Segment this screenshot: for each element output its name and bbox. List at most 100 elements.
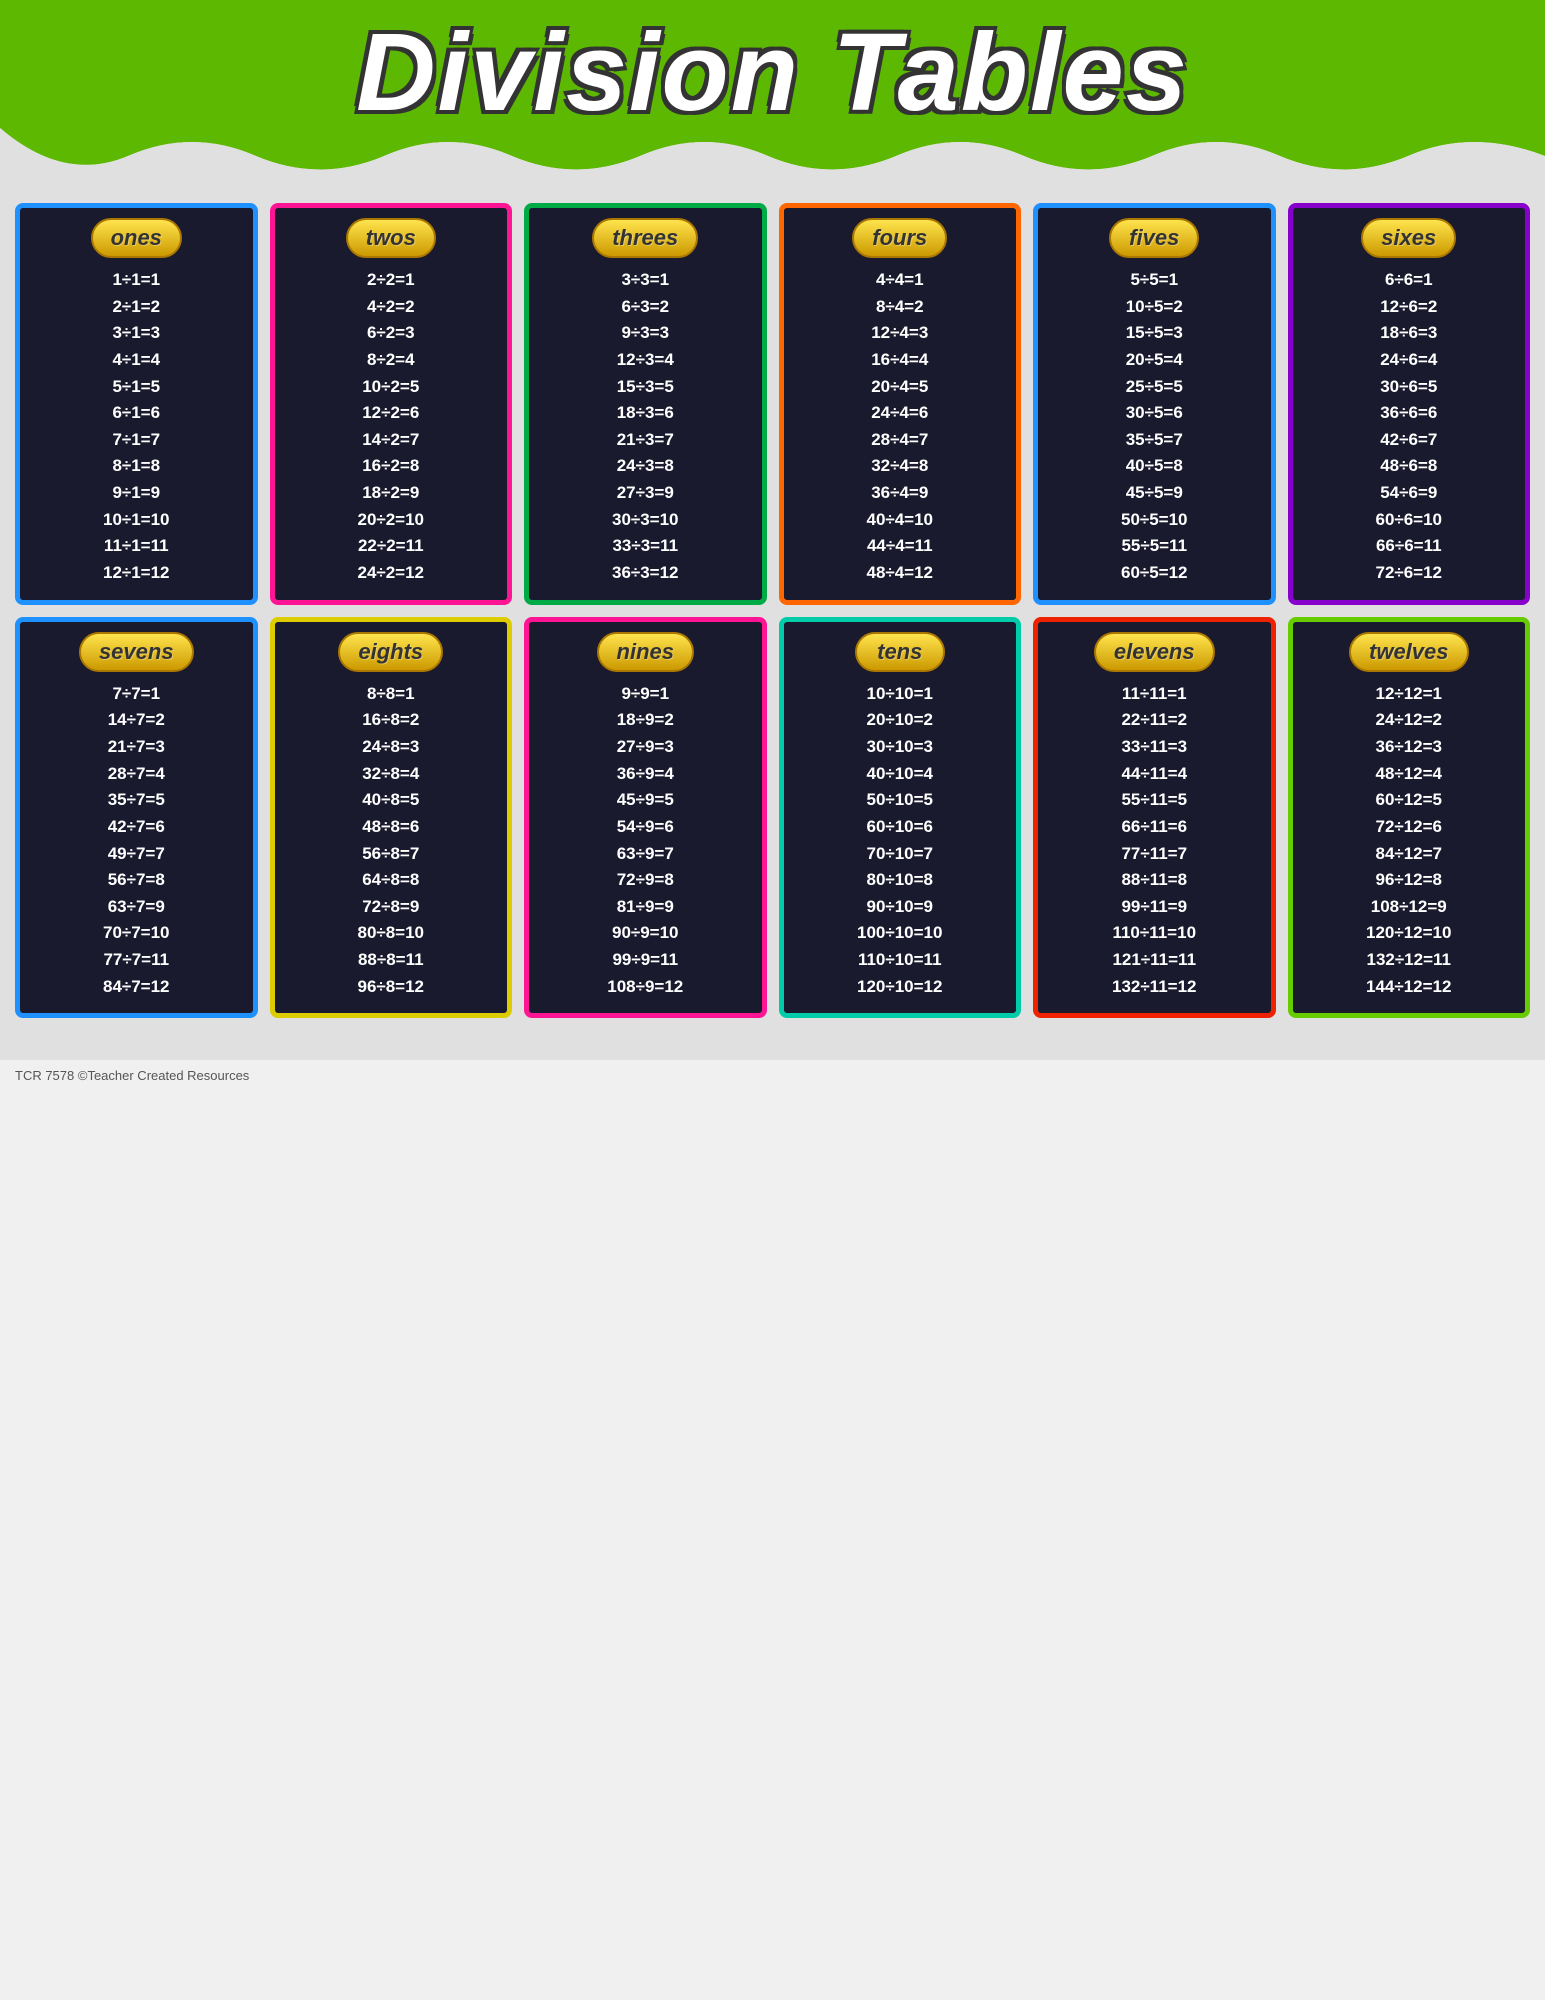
equation-item: 72÷6=12 <box>1375 561 1442 586</box>
equation-item: 84÷12=7 <box>1375 842 1442 867</box>
table-card-nines: nines 9÷9=118÷9=227÷9=336÷9=445÷9=554÷9=6… <box>524 617 767 1019</box>
equation-item: 7÷7=1 <box>112 682 160 707</box>
equation-item: 132÷12=11 <box>1366 948 1451 973</box>
equation-item: 42÷6=7 <box>1380 428 1437 453</box>
equation-item: 16÷4=4 <box>871 348 928 373</box>
equation-item: 4÷1=4 <box>112 348 160 373</box>
table-card-twos: twos 2÷2=14÷2=26÷2=38÷2=410÷2=512÷2=614÷2… <box>270 203 513 605</box>
table-label-twelves: twelves <box>1349 632 1469 672</box>
table-card-elevens: elevens11÷11=122÷11=233÷11=344÷11=455÷11… <box>1033 617 1276 1019</box>
equation-item: 45÷5=9 <box>1126 481 1183 506</box>
equation-item: 12÷4=3 <box>871 321 928 346</box>
equation-item: 60÷5=12 <box>1121 561 1188 586</box>
equation-item: 6÷3=2 <box>621 295 669 320</box>
equation-item: 25÷5=5 <box>1126 375 1183 400</box>
table-card-fours: fours4÷4=18÷4=212÷4=316÷4=420÷4=524÷4=62… <box>779 203 1022 605</box>
table-label-twos: twos <box>346 218 436 258</box>
table-equations-elevens: 11÷11=122÷11=233÷11=344÷11=455÷11=566÷11… <box>1044 682 1265 1000</box>
equation-item: 28÷4=7 <box>871 428 928 453</box>
equation-item: 12÷1=12 <box>103 561 170 586</box>
equation-item: 90÷9=10 <box>612 921 679 946</box>
equation-item: 20÷4=5 <box>871 375 928 400</box>
equation-item: 11÷1=11 <box>104 534 169 559</box>
equation-item: 88÷8=11 <box>358 948 424 973</box>
equation-item: 8÷2=4 <box>367 348 415 373</box>
equation-item: 72÷9=8 <box>617 868 674 893</box>
equation-item: 60÷12=5 <box>1375 788 1442 813</box>
equation-item: 99÷11=9 <box>1121 895 1187 920</box>
table-label-fives: fives <box>1109 218 1199 258</box>
equation-item: 40÷8=5 <box>362 788 419 813</box>
equation-item: 2÷2=1 <box>367 268 415 293</box>
table-equations-sevens: 7÷7=114÷7=221÷7=328÷7=435÷7=542÷7=649÷7=… <box>26 682 247 1000</box>
equation-item: 108÷9=12 <box>607 975 683 1000</box>
equation-item: 30÷10=3 <box>866 735 933 760</box>
content-area: ones1÷1=12÷1=23÷1=34÷1=45÷1=56÷1=67÷1=78… <box>0 183 1545 1060</box>
equation-item: 54÷6=9 <box>1380 481 1437 506</box>
table-card-sixes: sixes6÷6=112÷6=218÷6=324÷6=430÷6=536÷6=6… <box>1288 203 1531 605</box>
table-card-eights: eights8÷8=116÷8=224÷8=332÷8=440÷8=548÷8=… <box>270 617 513 1019</box>
table-equations-twelves: 12÷12=124÷12=236÷12=348÷12=460÷12=572÷12… <box>1299 682 1520 1000</box>
table-label-eights: eights <box>338 632 443 672</box>
equation-item: 144÷12=12 <box>1366 975 1451 1000</box>
equation-item: 33÷3=11 <box>612 534 678 559</box>
table-card-tens: tens10÷10=120÷10=230÷10=340÷10=450÷10=56… <box>779 617 1022 1019</box>
equation-item: 50÷10=5 <box>866 788 933 813</box>
equation-item: 15÷3=5 <box>617 375 674 400</box>
wave-divider <box>0 128 1545 183</box>
table-card-threes: threes3÷3=16÷3=29÷3=312÷3=415÷3=518÷3=62… <box>524 203 767 605</box>
table-label-fours: fours <box>852 218 947 258</box>
equation-item: 36÷3=12 <box>612 561 679 586</box>
equation-item: 4÷4=1 <box>876 268 924 293</box>
equation-item: 88÷11=8 <box>1121 868 1187 893</box>
equation-item: 14÷7=2 <box>108 708 165 733</box>
equation-item: 12÷6=2 <box>1380 295 1437 320</box>
equation-item: 3÷1=3 <box>112 321 160 346</box>
equation-item: 36÷4=9 <box>871 481 928 506</box>
table-equations-sixes: 6÷6=112÷6=218÷6=324÷6=430÷6=536÷6=642÷6=… <box>1299 268 1520 586</box>
equation-item: 42÷7=6 <box>108 815 165 840</box>
equation-item: 35÷7=5 <box>108 788 165 813</box>
table-equations-nines: 9÷9=118÷9=227÷9=336÷9=445÷9=554÷9=663÷9=… <box>535 682 756 1000</box>
footer-text: TCR 7578 ©Teacher Created Resources <box>15 1068 249 1083</box>
table-label-ones: ones <box>91 218 182 258</box>
equation-item: 18÷6=3 <box>1380 321 1437 346</box>
equation-item: 24÷2=12 <box>357 561 424 586</box>
equation-item: 21÷3=7 <box>617 428 674 453</box>
equation-item: 27÷9=3 <box>617 735 674 760</box>
equation-item: 45÷9=5 <box>617 788 674 813</box>
equation-item: 80÷10=8 <box>866 868 933 893</box>
equation-item: 48÷8=6 <box>362 815 419 840</box>
equation-item: 11÷11=1 <box>1122 682 1187 707</box>
header-title: Division Tables <box>20 18 1525 128</box>
equation-item: 99÷9=11 <box>612 948 678 973</box>
tables-grid-top: ones1÷1=12÷1=23÷1=34÷1=45÷1=56÷1=67÷1=78… <box>15 203 1530 605</box>
equation-item: 15÷5=3 <box>1126 321 1183 346</box>
equation-item: 10÷10=1 <box>866 682 933 707</box>
equation-item: 5÷5=1 <box>1130 268 1178 293</box>
equation-item: 55÷11=5 <box>1121 788 1187 813</box>
equation-item: 36÷9=4 <box>617 762 674 787</box>
equation-item: 10÷5=2 <box>1126 295 1183 320</box>
equation-item: 70÷7=10 <box>103 921 170 946</box>
table-equations-twos: 2÷2=14÷2=26÷2=38÷2=410÷2=512÷2=614÷2=716… <box>281 268 502 586</box>
equation-item: 120÷10=12 <box>857 975 942 1000</box>
equation-item: 35÷5=7 <box>1126 428 1183 453</box>
table-label-threes: threes <box>592 218 698 258</box>
equation-item: 7÷1=7 <box>112 428 160 453</box>
equation-item: 18÷9=2 <box>617 708 674 733</box>
equation-item: 22÷2=11 <box>358 534 424 559</box>
table-label-nines: nines <box>597 632 694 672</box>
equation-item: 24÷4=6 <box>871 401 928 426</box>
equation-item: 20÷5=4 <box>1126 348 1183 373</box>
equation-item: 60÷10=6 <box>866 815 933 840</box>
table-card-ones: ones1÷1=12÷1=23÷1=34÷1=45÷1=56÷1=67÷1=78… <box>15 203 258 605</box>
equation-item: 27÷3=9 <box>617 481 674 506</box>
equation-item: 40÷5=8 <box>1126 454 1183 479</box>
equation-item: 44÷4=11 <box>867 534 933 559</box>
equation-item: 56÷7=8 <box>108 868 165 893</box>
equation-item: 96÷8=12 <box>357 975 424 1000</box>
equation-item: 6÷6=1 <box>1385 268 1433 293</box>
equation-item: 40÷10=4 <box>866 762 933 787</box>
table-label-tens: tens <box>855 632 945 672</box>
